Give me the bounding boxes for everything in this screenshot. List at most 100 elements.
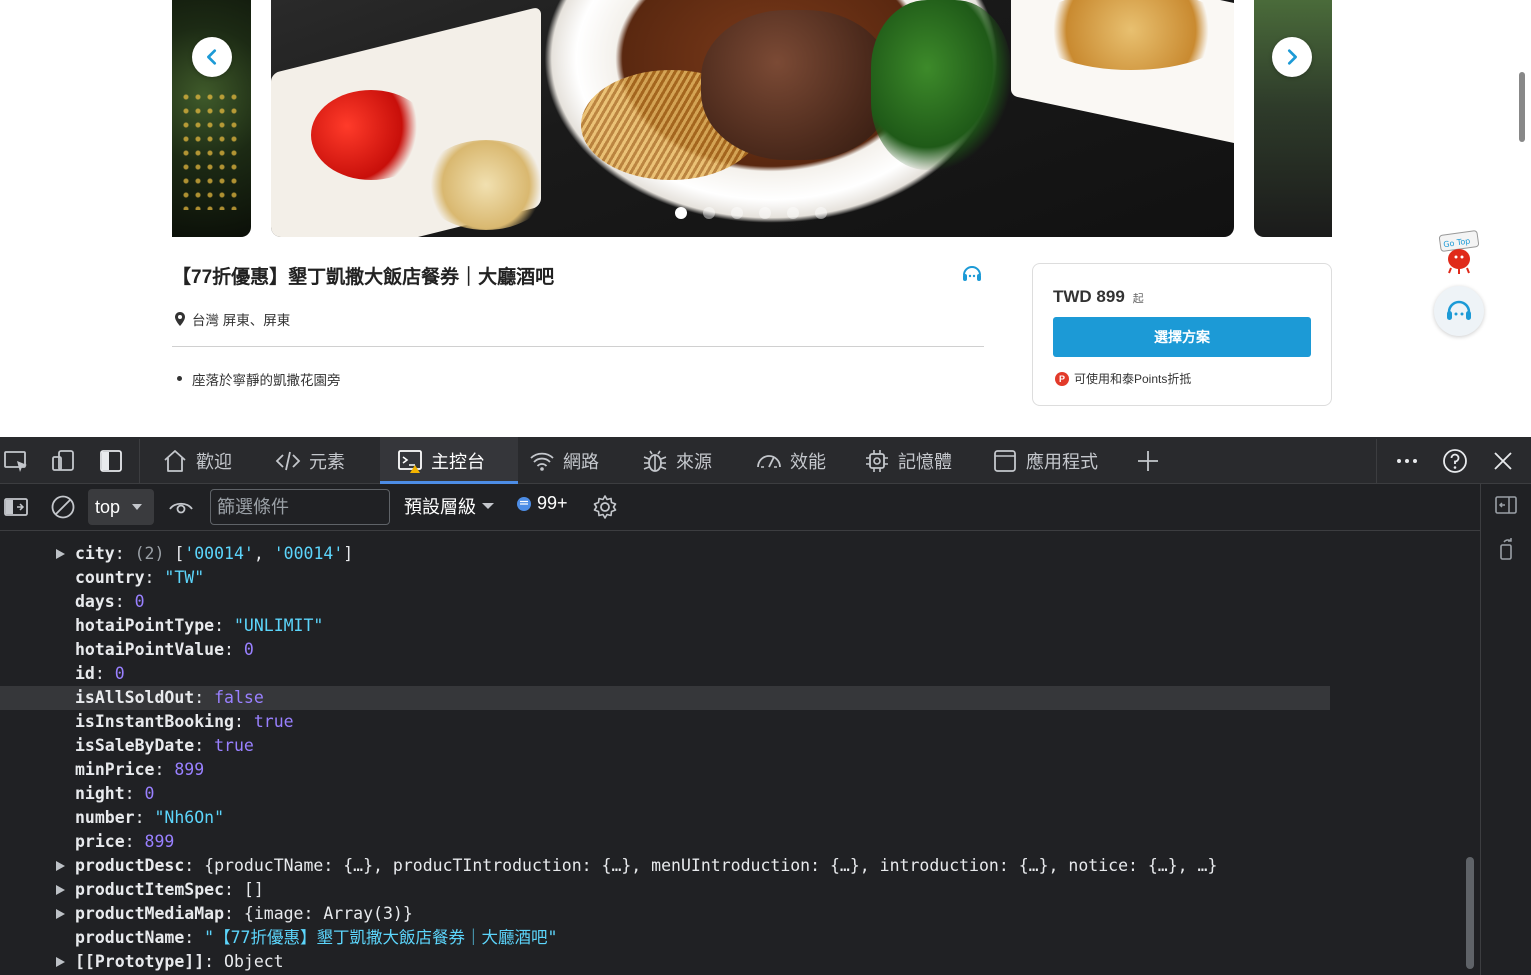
console-property-row[interactable]: hotaiPointType: "UNLIMIT" <box>0 614 1330 638</box>
customer-service-button[interactable] <box>1434 286 1484 336</box>
clear-console-icon[interactable] <box>50 494 76 520</box>
console-property-row[interactable]: [[Prototype]]: Object <box>0 950 1330 974</box>
console-property-row[interactable]: hotaiPointValue: 0 <box>0 638 1330 662</box>
console-property-row[interactable]: productName: "【77折優惠】墾丁凱撒大飯店餐券｜大廳酒吧" <box>0 926 1330 950</box>
more-options-icon[interactable] <box>1394 448 1420 474</box>
live-expression-eye-icon[interactable] <box>168 494 194 520</box>
property-key: number <box>75 808 135 827</box>
console-property-row[interactable]: price: 899 <box>0 830 1330 854</box>
device-emulation-icon[interactable] <box>50 448 76 474</box>
tab-console[interactable]: 主控台 <box>380 437 518 484</box>
expand-triangle-icon[interactable] <box>56 957 65 967</box>
carousel-dot[interactable] <box>675 207 687 219</box>
colon: : <box>224 880 244 899</box>
go-top-button[interactable]: Go Top <box>1437 230 1481 274</box>
tab-wifi[interactable]: 網路 <box>527 437 622 484</box>
carousel-dot[interactable] <box>703 207 715 219</box>
expand-triangle-icon[interactable] <box>56 909 65 919</box>
dock-side-icon[interactable] <box>98 448 124 474</box>
log-level-select[interactable]: 預設層級 <box>404 493 494 519</box>
price-suffix: 起 <box>1132 293 1144 305</box>
console-property-row[interactable]: productMediaMap: {image: Array(3)} <box>0 902 1330 926</box>
console-property-row[interactable]: days: 0 <box>0 590 1330 614</box>
console-property-row[interactable]: number: "Nh6On" <box>0 806 1330 830</box>
property-key: city <box>75 544 115 563</box>
console-settings-gear-icon[interactable] <box>592 494 618 520</box>
more-tools-plus-icon[interactable] <box>1135 448 1161 474</box>
carousel-dot[interactable] <box>759 207 771 219</box>
console-property-row[interactable]: isInstantBooking: true <box>0 710 1330 734</box>
property-value: 0 <box>243 640 254 659</box>
carousel-dot[interactable] <box>815 207 827 219</box>
property-value: "Nh6On" <box>154 808 225 827</box>
carousel-dot[interactable] <box>787 207 799 219</box>
page-scrollbar[interactable] <box>1519 72 1525 142</box>
tab-label: 歡迎 <box>196 451 232 472</box>
location-text: 台灣 屏東、屏東 <box>192 313 291 328</box>
divider <box>172 346 984 347</box>
colon: : <box>154 760 175 779</box>
property-key: isInstantBooking <box>75 712 234 731</box>
customer-service-icon[interactable] <box>960 262 984 286</box>
colon: : <box>124 832 145 851</box>
help-icon[interactable] <box>1442 448 1468 474</box>
carousel-slide-next[interactable] <box>1254 0 1332 237</box>
property-value: true <box>253 712 294 731</box>
colon: : <box>134 808 155 827</box>
tab-chip[interactable]: 記憶體 <box>862 437 972 484</box>
property-key: night <box>75 784 125 803</box>
property-key: id <box>75 664 95 683</box>
inspect-element-icon[interactable] <box>3 448 29 474</box>
price-row: TWD 899 起 <box>1053 287 1144 307</box>
carousel-dot[interactable] <box>731 207 743 219</box>
console-property-row[interactable]: isSaleByDate: true <box>0 734 1330 758</box>
property-value: 0 <box>114 664 125 683</box>
product-title: 【77折優惠】墾丁凱撒大飯店餐券｜大廳酒吧 <box>172 267 555 288</box>
separator <box>1376 439 1377 483</box>
colon: : <box>114 592 135 611</box>
console-property-row[interactable]: productItemSpec: [] <box>0 878 1330 902</box>
dock-panel-icon[interactable] <box>1493 492 1519 518</box>
property-key: days <box>75 592 115 611</box>
console-output[interactable]: city: (2) ['00014', '00014'] country: "TW… <box>0 532 1468 975</box>
property-key: productDesc <box>75 856 185 875</box>
tab-bug[interactable]: 來源 <box>640 437 735 484</box>
close-icon[interactable] <box>1490 448 1516 474</box>
message-bubble-icon <box>517 496 531 511</box>
sidebar-toggle-icon[interactable] <box>3 494 29 520</box>
wifi-icon <box>530 452 554 471</box>
feature-bullet: 座落於寧靜的凱撒花園旁 <box>177 369 341 389</box>
context-select[interactable]: top <box>88 489 154 525</box>
expand-triangle-icon[interactable] <box>56 549 65 559</box>
tab-window[interactable]: 應用程式 <box>990 437 1120 484</box>
issues-counter[interactable]: 99+ <box>516 493 568 514</box>
colon: : <box>124 784 145 803</box>
rotate-device-icon[interactable] <box>1493 536 1519 562</box>
tab-home[interactable]: 歡迎 <box>160 437 280 484</box>
tab-gauge[interactable]: 效能 <box>754 437 849 484</box>
choose-plan-button[interactable]: 選擇方案 <box>1053 317 1311 357</box>
console-property-row[interactable]: night: 0 <box>0 782 1330 806</box>
console-property-row[interactable]: country: "TW" <box>0 566 1330 590</box>
caret-down-icon <box>482 503 494 509</box>
colon: : <box>144 568 165 587</box>
tab-code[interactable]: 元素 <box>273 437 368 484</box>
carousel-dots <box>675 207 827 219</box>
console-property-row[interactable]: city: (2) ['00014', '00014'] <box>0 542 1330 566</box>
tab-label: 網路 <box>563 451 599 472</box>
console-property-row[interactable]: isAllSoldOut: false <box>0 686 1330 710</box>
carousel-slide-prev[interactable] <box>172 0 251 237</box>
console-property-row[interactable]: id: 0 <box>0 662 1330 686</box>
console-scrollbar[interactable] <box>1466 857 1474 969</box>
expand-triangle-icon[interactable] <box>56 861 65 871</box>
carousel-slide-main[interactable] <box>271 0 1234 237</box>
console-property-row[interactable]: minPrice: 899 <box>0 758 1330 782</box>
console-filter-input[interactable] <box>210 489 390 525</box>
tab-label: 效能 <box>790 451 826 472</box>
expand-triangle-icon[interactable] <box>56 885 65 895</box>
points-icon: P <box>1055 371 1069 386</box>
carousel-prev-button[interactable] <box>192 37 232 77</box>
carousel-next-button[interactable] <box>1272 37 1312 77</box>
go-top-mascot-icon: Go Top <box>1438 230 1480 274</box>
console-property-row[interactable]: productDesc: {producTName: {…}, producTI… <box>0 854 1330 878</box>
